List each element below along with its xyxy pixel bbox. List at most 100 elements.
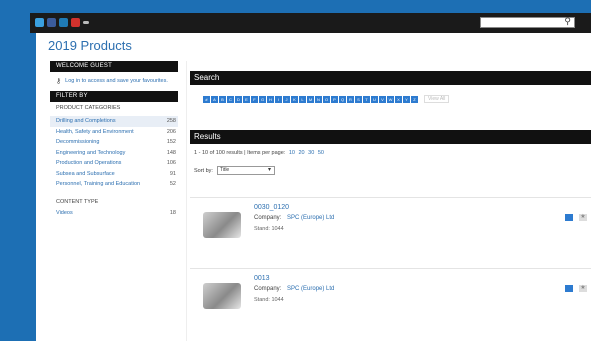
letter-button[interactable]: L [299, 95, 306, 103]
letter-button[interactable]: K [291, 95, 298, 103]
letter-button[interactable]: C [227, 95, 234, 103]
letter-button[interactable]: P [331, 95, 338, 103]
divider [186, 61, 187, 341]
per-page-option[interactable]: 30 [308, 150, 314, 156]
results-header: Results [190, 130, 591, 144]
letter-button[interactable]: M [307, 95, 314, 103]
letter-button[interactable]: I [275, 95, 282, 103]
more-icon[interactable] [83, 21, 89, 24]
top-bar: ⚲ [30, 13, 591, 33]
facebook-icon[interactable] [47, 18, 56, 27]
product-company: Company: SPC (Europe) Ltd [254, 286, 334, 292]
view-all-button[interactable]: View All [424, 95, 450, 103]
per-page-option[interactable]: 10 [289, 150, 295, 156]
category-item[interactable]: Subsea and Subsurface 91 [50, 169, 178, 180]
search-icon[interactable]: ⚲ [564, 16, 571, 27]
sort-select[interactable]: Title [216, 166, 275, 175]
login-text[interactable]: Log in to access and save your favourite… [65, 78, 168, 85]
results-info: 1 - 10 of 100 results | Items per page: … [190, 144, 591, 156]
content-type-item[interactable]: Videos 18 [50, 208, 178, 219]
page-panel: 2019 Products WELCOME GUEST ⚷ Log in to … [36, 33, 591, 341]
category-item[interactable]: Personnel, Training and Education 52 [50, 179, 178, 190]
category-label[interactable]: Subsea and Subsurface [56, 171, 115, 178]
alphabet-filter: # A B C D E F G H I J K L M N O P Q R S … [190, 85, 591, 103]
content-type-label: CONTENT TYPE [56, 198, 99, 205]
product-title[interactable]: 0013 [254, 275, 270, 282]
star-icon[interactable]: ★ [579, 214, 587, 221]
category-count: 148 [166, 149, 176, 156]
company-label: Company: [254, 286, 282, 292]
product-thumbnail[interactable] [203, 212, 241, 238]
category-list: Drilling and Completions 258 Health, Saf… [50, 116, 178, 190]
letter-button[interactable]: F [251, 95, 258, 103]
stand-label: Stand: [254, 297, 270, 303]
login-link[interactable]: ⚷ Log in to access and save your favouri… [50, 72, 178, 91]
letter-button[interactable]: W [387, 95, 394, 103]
results-section: Results 1 - 10 of 100 results | Items pe… [190, 130, 591, 309]
letter-button[interactable]: D [235, 95, 242, 103]
category-label[interactable]: Engineering and Technology [56, 150, 125, 157]
per-page-option[interactable]: 20 [299, 150, 305, 156]
category-count: 206 [166, 128, 176, 135]
category-item[interactable]: Engineering and Technology 148 [50, 148, 178, 159]
category-label[interactable]: Production and Operations [56, 160, 121, 167]
letter-button[interactable]: E [243, 95, 250, 103]
category-label[interactable]: Health, Safety and Environment [56, 129, 134, 136]
category-label[interactable]: Drilling and Completions [56, 118, 116, 125]
letter-button[interactable]: N [315, 95, 322, 103]
product-stand: Stand: 1044 [254, 226, 284, 232]
youtube-icon[interactable] [71, 18, 80, 27]
letter-button[interactable]: G [259, 95, 266, 103]
category-item[interactable]: Health, Safety and Environment 206 [50, 127, 178, 138]
letter-button[interactable]: O [323, 95, 330, 103]
letter-button[interactable]: Z [411, 95, 418, 103]
content-type-label-text[interactable]: Videos [56, 210, 73, 217]
letter-button[interactable]: U [371, 95, 378, 103]
stand-value: 1044 [271, 226, 284, 232]
letter-button[interactable]: Y [403, 95, 410, 103]
letter-button[interactable]: R [347, 95, 354, 103]
letter-button[interactable]: # [203, 95, 210, 103]
letter-button[interactable]: J [283, 95, 290, 103]
letter-button[interactable]: V [379, 95, 386, 103]
linkedin-icon[interactable] [59, 18, 68, 27]
letter-button[interactable]: Q [339, 95, 346, 103]
site-search-input[interactable]: ⚲ [480, 16, 575, 28]
email-icon[interactable] [565, 285, 573, 292]
product-title[interactable]: 0030_0120 [254, 204, 289, 211]
category-count: 52 [169, 181, 176, 187]
star-icon[interactable]: ★ [579, 285, 587, 292]
category-count: 258 [166, 118, 176, 124]
letter-button[interactable]: X [395, 95, 402, 103]
company-label: Company: [254, 215, 282, 221]
company-link[interactable]: SPC (Europe) Ltd [287, 215, 334, 221]
letter-button[interactable]: B [219, 95, 226, 103]
stand-label: Stand: [254, 226, 270, 232]
category-count: 91 [169, 170, 176, 177]
category-count: 106 [166, 160, 176, 166]
letter-button[interactable]: H [267, 95, 274, 103]
letter-button[interactable]: T [363, 95, 370, 103]
company-link[interactable]: SPC (Europe) Ltd [287, 286, 334, 292]
category-item[interactable]: Drilling and Completions 258 [50, 116, 178, 127]
per-page-option[interactable]: 50 [318, 150, 324, 156]
category-item[interactable]: Production and Operations 106 [50, 158, 178, 169]
category-item[interactable]: Decommissioning 152 [50, 137, 178, 148]
key-icon: ⚷ [56, 78, 62, 85]
filter-header: FILTER BY [50, 91, 178, 102]
result-item[interactable]: 0013 Company: SPC (Europe) Ltd Stand: 10… [190, 268, 591, 321]
category-label[interactable]: Personnel, Training and Education [56, 181, 140, 188]
sidebar: WELCOME GUEST ⚷ Log in to access and sav… [50, 61, 178, 218]
twitter-icon[interactable] [35, 18, 44, 27]
stand-value: 1044 [271, 297, 284, 303]
page-title: 2019 Products [48, 38, 132, 53]
categories-label: PRODUCT CATEGORIES [56, 105, 121, 111]
email-icon[interactable] [565, 214, 573, 221]
letter-button[interactable]: A [211, 95, 218, 103]
search-header: Search [190, 71, 591, 85]
product-thumbnail[interactable] [203, 283, 241, 309]
result-item[interactable]: 0030_0120 Company: SPC (Europe) Ltd Stan… [190, 197, 591, 250]
category-count: 152 [166, 139, 176, 145]
letter-button[interactable]: S [355, 95, 362, 103]
category-label[interactable]: Decommissioning [56, 139, 99, 146]
